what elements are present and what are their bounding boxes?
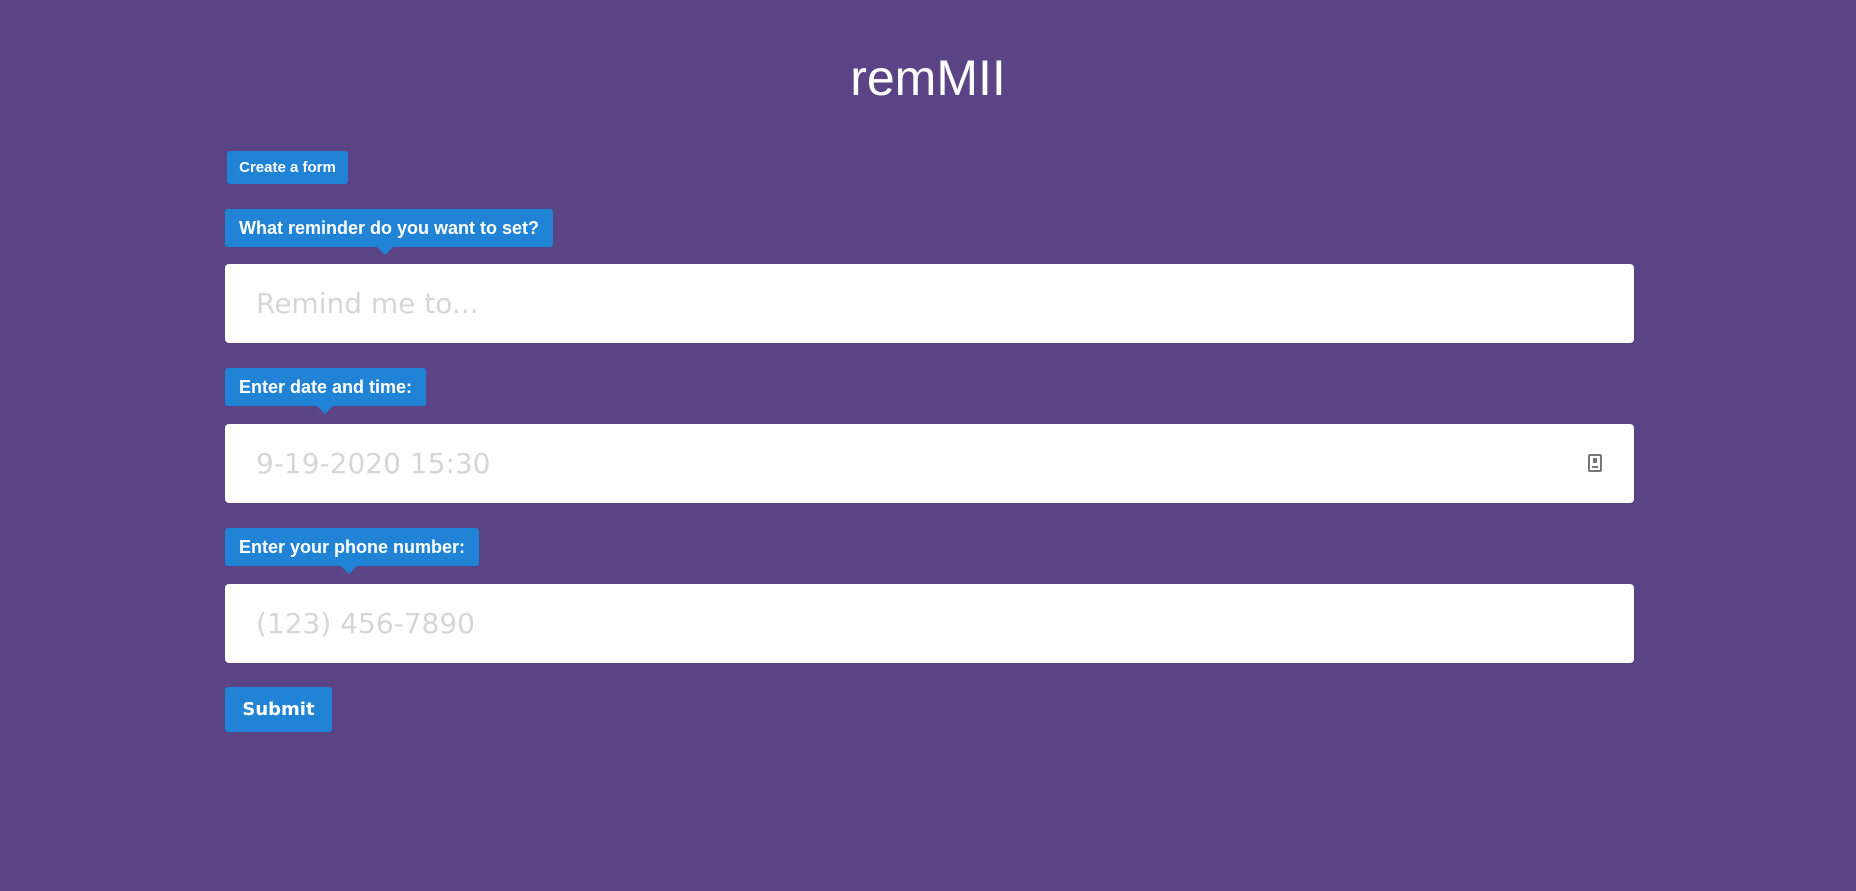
datetime-field: [225, 424, 1634, 503]
phone-field: [225, 584, 1634, 663]
reminder-label: What reminder do you want to set?: [225, 209, 554, 255]
datetime-label: Enter date and time:: [225, 368, 427, 414]
create-form-button[interactable]: Create a form: [227, 151, 348, 184]
reminder-input[interactable]: [225, 264, 1634, 343]
phone-input[interactable]: [225, 584, 1634, 663]
app-title: remMII: [850, 50, 1006, 106]
datetime-input[interactable]: [225, 424, 1634, 503]
calendar-icon[interactable]: [1588, 454, 1602, 472]
submit-button[interactable]: Submit: [225, 687, 332, 732]
phone-label: Enter your phone number:: [225, 528, 480, 574]
reminder-field: [225, 264, 1634, 343]
